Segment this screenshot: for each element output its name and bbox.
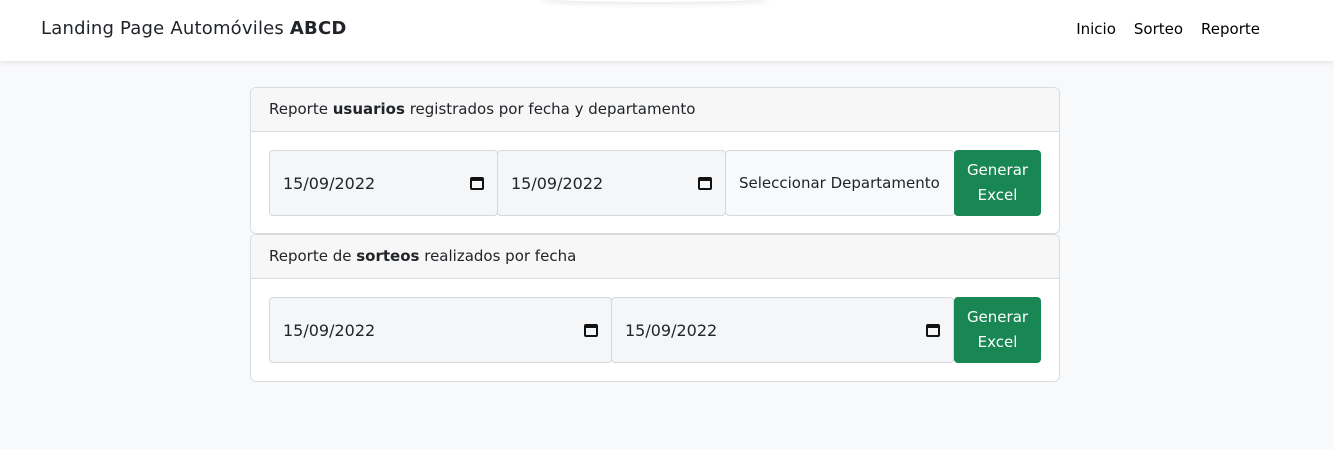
raffles-report-card: Reporte de sorteos realizados por fecha … <box>250 234 1060 382</box>
nav-links: Inicio Sorteo Reporte <box>1076 20 1260 38</box>
users-generate-excel-button[interactable]: Generar Excel <box>954 150 1041 216</box>
header-text: Reporte <box>269 100 333 118</box>
date-value: 15/09/2022 <box>625 320 718 340</box>
button-label: Generar <box>966 308 1029 326</box>
brand-text: Landing Page Automóviles <box>41 18 290 39</box>
header-bold: sorteos <box>356 247 420 265</box>
select-value: Seleccionar Departamento.. <box>739 174 941 192</box>
nav-link-inicio[interactable]: Inicio <box>1076 20 1116 38</box>
button-label: Excel <box>977 186 1018 204</box>
calendar-icon[interactable] <box>698 176 712 190</box>
header-text: Reporte de <box>269 247 357 265</box>
header-bold: usuarios <box>332 100 405 118</box>
calendar-icon[interactable] <box>926 323 940 337</box>
button-label: Excel <box>977 333 1018 351</box>
navbar-brand[interactable]: Landing Page Automóviles ABCD <box>41 18 347 39</box>
date-value: 15/09/2022 <box>511 173 604 193</box>
date-value: 15/09/2022 <box>283 173 376 193</box>
raffles-date-to-input[interactable]: 15/09/2022 <box>611 297 954 363</box>
decorative-shadow <box>540 0 770 2</box>
nav-link-reporte[interactable]: Reporte <box>1201 20 1260 38</box>
users-date-from-input[interactable]: 15/09/2022 <box>269 150 498 216</box>
header-text: realizados por fecha <box>419 247 577 265</box>
calendar-icon[interactable] <box>584 323 598 337</box>
navbar: Landing Page Automóviles ABCD Inicio Sor… <box>0 0 1334 61</box>
raffles-date-from-input[interactable]: 15/09/2022 <box>269 297 612 363</box>
users-report-header: Reporte usuarios registrados por fecha y… <box>251 88 1059 132</box>
users-date-to-input[interactable]: 15/09/2022 <box>497 150 726 216</box>
calendar-icon[interactable] <box>470 176 484 190</box>
raffles-generate-excel-button[interactable]: Generar Excel <box>954 297 1041 363</box>
users-report-card: Reporte usuarios registrados por fecha y… <box>250 87 1060 234</box>
raffles-report-header: Reporte de sorteos realizados por fecha <box>251 235 1059 279</box>
department-select[interactable]: Seleccionar Departamento.. <box>725 150 955 216</box>
brand-bold: ABCD <box>289 18 347 39</box>
header-text: registrados por fecha y departamento <box>404 100 696 118</box>
nav-link-sorteo[interactable]: Sorteo <box>1134 20 1183 38</box>
button-label: Generar <box>966 161 1029 179</box>
date-value: 15/09/2022 <box>283 320 376 340</box>
